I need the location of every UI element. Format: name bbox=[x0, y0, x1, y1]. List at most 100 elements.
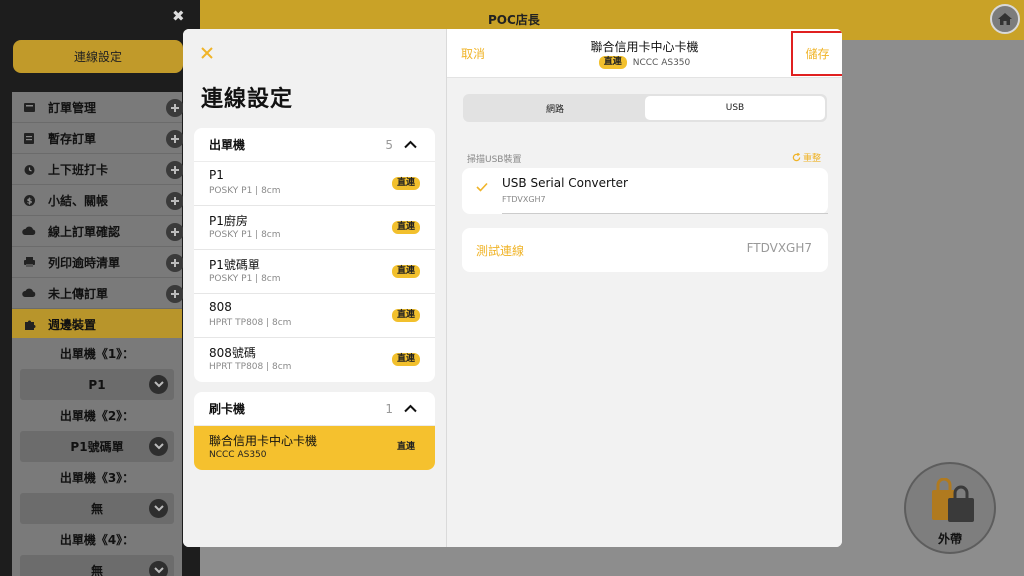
plus-icon[interactable] bbox=[166, 161, 184, 179]
refresh-label: 重整 bbox=[803, 154, 822, 164]
device-model: POSKY P1 | 8cm bbox=[209, 230, 281, 240]
plus-icon[interactable] bbox=[166, 99, 184, 117]
device-row[interactable]: P1 POSKY P1 | 8cm 直連 bbox=[194, 162, 435, 206]
device-label: 出單機《1》： bbox=[59, 347, 135, 361]
shopping-bag-icon bbox=[932, 478, 974, 522]
detail-title: 聯合信用卡中心卡機 bbox=[590, 40, 699, 54]
connection-settings-modal: 連線設定 出單機 5 P1 POSKY P1 | 8cm 直連 P1廚房 POS… bbox=[183, 29, 842, 547]
device-select[interactable]: 無 bbox=[20, 555, 174, 576]
card-reader-group: 刷卡機 1 聯合信用卡中心卡機 NCCC AS350 直連 bbox=[194, 392, 435, 470]
sidebar-close-icon[interactable]: ✖ bbox=[172, 7, 185, 25]
sidebar-item-online-orders[interactable]: 線上訂單確認 bbox=[12, 216, 184, 247]
device-select-value: 無 bbox=[90, 502, 103, 516]
chevron-up-icon[interactable] bbox=[404, 404, 417, 413]
plus-icon[interactable] bbox=[166, 254, 184, 272]
device-select[interactable]: P1 bbox=[20, 369, 174, 400]
connection-settings-button[interactable]: 連線設定 bbox=[13, 40, 183, 73]
peripheral-devices: 出單機《1》： P1 出單機《2》： P1號碼單 出單機《3》： 無 出單機《4… bbox=[12, 338, 182, 576]
device-row[interactable]: P1號碼單 POSKY P1 | 8cm 直連 bbox=[194, 250, 435, 294]
takeout-button[interactable]: 外帶 bbox=[904, 462, 996, 554]
chevron-down-icon bbox=[149, 499, 168, 518]
direct-badge: 直連 bbox=[391, 441, 420, 454]
sidebar-item-clock-in[interactable]: 上下班打卡 bbox=[12, 154, 184, 185]
sidebar-item-orders[interactable]: 訂單管理 bbox=[12, 92, 184, 123]
printer-group-header[interactable]: 出單機 5 bbox=[194, 128, 435, 162]
connection-type-tabs: 網路 USB bbox=[463, 94, 827, 122]
tab-network[interactable]: 網路 bbox=[465, 96, 645, 120]
hold-order-icon bbox=[22, 131, 36, 145]
detail-model: NCCC AS350 bbox=[632, 57, 691, 68]
sidebar-menu: 訂單管理 暫存訂單 上下班打卡 $ 小結、關帳 線上訂單確認 列印逾時清單 未上… bbox=[12, 92, 184, 340]
sidebar-item-label: 週邊裝置 bbox=[48, 317, 97, 332]
device-name: P1廚房 bbox=[209, 214, 248, 228]
order-icon bbox=[22, 100, 36, 114]
group-count: 1 bbox=[385, 402, 393, 416]
tab-usb[interactable]: USB bbox=[645, 96, 825, 120]
device-model: HPRT TP808 | 8cm bbox=[209, 318, 292, 328]
sidebar-item-unuploaded[interactable]: 未上傳訂單 bbox=[12, 278, 184, 309]
device-select-value: 無 bbox=[90, 564, 103, 576]
sidebar-item-label: 未上傳訂單 bbox=[48, 286, 109, 301]
app-title: POC店長 bbox=[488, 13, 540, 27]
refresh-button[interactable]: 重整 bbox=[792, 151, 821, 164]
group-title: 出單機 bbox=[209, 138, 246, 152]
puzzle-icon bbox=[22, 317, 36, 331]
test-connection-row[interactable]: 測試連線 FTDVXGH7 bbox=[462, 228, 828, 272]
plus-icon[interactable] bbox=[166, 192, 184, 210]
device-select[interactable]: 無 bbox=[20, 493, 174, 524]
device-row[interactable]: 808號碼 HPRT TP808 | 8cm 直連 bbox=[194, 338, 435, 382]
detail-subtitle: 直連 NCCC AS350 bbox=[447, 56, 842, 69]
device-name: P1 bbox=[209, 168, 224, 182]
sidebar-item-print-timeout[interactable]: 列印逾時清單 bbox=[12, 247, 184, 278]
chevron-up-icon[interactable] bbox=[404, 140, 417, 149]
group-title: 刷卡機 bbox=[209, 402, 246, 416]
printer-group: 出單機 5 P1 POSKY P1 | 8cm 直連 P1廚房 POSKY P1… bbox=[194, 128, 435, 382]
sidebar-item-label: 訂單管理 bbox=[48, 100, 97, 115]
cloud-download-icon bbox=[22, 224, 36, 238]
clock-icon bbox=[22, 162, 36, 176]
device-label: 出單機《2》： bbox=[59, 409, 135, 423]
direct-badge: 直連 bbox=[391, 221, 420, 234]
card-reader-group-header[interactable]: 刷卡機 1 bbox=[194, 392, 435, 426]
close-icon[interactable] bbox=[199, 45, 215, 61]
sidebar-item-closing[interactable]: $ 小結、關帳 bbox=[12, 185, 184, 216]
divider bbox=[502, 213, 828, 214]
device-label: 出單機《4》： bbox=[59, 533, 135, 547]
device-row-selected[interactable]: 聯合信用卡中心卡機 NCCC AS350 直連 bbox=[194, 426, 435, 470]
device-name: 808號碼 bbox=[209, 346, 256, 360]
plus-icon[interactable] bbox=[166, 130, 184, 148]
device-name: 808 bbox=[209, 300, 232, 314]
usb-device-item[interactable]: USB Serial Converter FTDVXGH7 bbox=[462, 168, 828, 214]
takeout-label: 外帶 bbox=[937, 532, 962, 546]
home-icon bbox=[998, 13, 1012, 25]
device-model: POSKY P1 | 8cm bbox=[209, 274, 281, 284]
sidebar-item-peripherals[interactable]: 週邊裝置 bbox=[12, 309, 182, 340]
sidebar-item-label: 上下班打卡 bbox=[48, 162, 109, 177]
check-icon bbox=[476, 182, 488, 192]
direct-badge: 直連 bbox=[391, 265, 420, 278]
group-count: 5 bbox=[385, 138, 393, 152]
cloud-upload-icon bbox=[22, 286, 36, 300]
device-select-value: P1號碼單 bbox=[70, 440, 124, 454]
device-model: HPRT TP808 | 8cm bbox=[209, 362, 292, 372]
test-connection-value: FTDVXGH7 bbox=[746, 241, 812, 255]
chevron-down-icon bbox=[149, 437, 168, 456]
device-label: 出單機《3》： bbox=[59, 471, 135, 485]
device-name: P1號碼單 bbox=[209, 258, 260, 272]
scan-usb-label: 掃描USB裝置 bbox=[467, 155, 522, 165]
plus-icon[interactable] bbox=[166, 223, 184, 241]
direct-badge: 直連 bbox=[391, 177, 420, 190]
save-button[interactable]: 儲存 bbox=[791, 31, 842, 76]
device-row[interactable]: P1廚房 POSKY P1 | 8cm 直連 bbox=[194, 206, 435, 250]
sidebar-item-hold-orders[interactable]: 暫存訂單 bbox=[12, 123, 184, 154]
device-select[interactable]: P1號碼單 bbox=[20, 431, 174, 462]
plus-icon[interactable] bbox=[166, 285, 184, 303]
usb-device-name: USB Serial Converter bbox=[502, 176, 628, 190]
direct-badge: 直連 bbox=[391, 353, 420, 366]
chevron-down-icon bbox=[149, 561, 168, 576]
detail-header: 取消 聯合信用卡中心卡機 直連 NCCC AS350 儲存 bbox=[447, 29, 842, 78]
home-button[interactable] bbox=[990, 4, 1020, 34]
dollar-icon: $ bbox=[22, 193, 36, 207]
test-connection-button[interactable]: 測試連線 bbox=[476, 242, 524, 259]
device-row[interactable]: 808 HPRT TP808 | 8cm 直連 bbox=[194, 294, 435, 338]
